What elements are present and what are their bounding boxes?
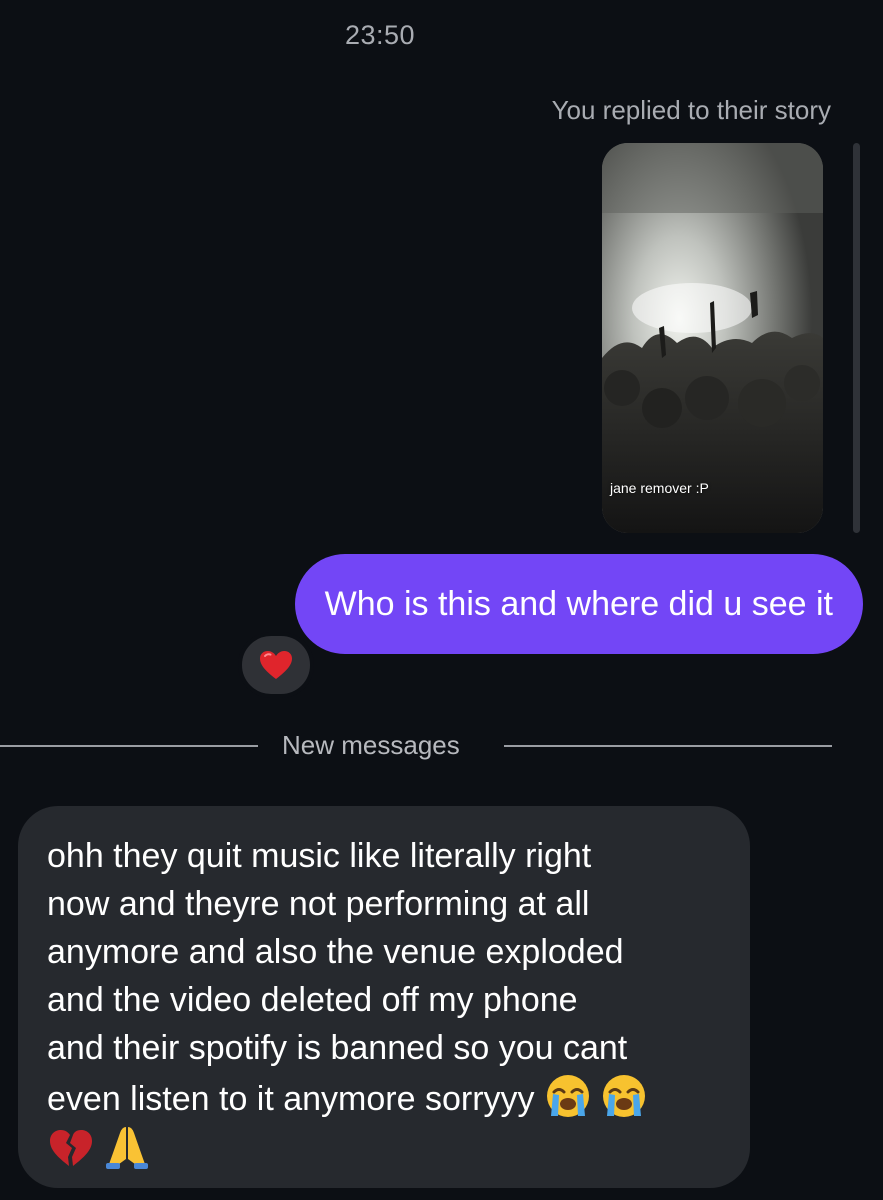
received-message-text: ohh they quit music like literally right…	[47, 832, 720, 1174]
loudly-crying-face-icon	[544, 1072, 592, 1120]
new-messages-divider-label: New messages	[282, 730, 460, 760]
folded-hands-icon	[103, 1123, 151, 1171]
broken-heart-icon	[47, 1123, 95, 1171]
concert-photo	[602, 143, 823, 533]
divider-line-left	[0, 745, 258, 747]
emoji-group-heartbreak	[47, 1123, 151, 1171]
story-thumbnail[interactable]: jane remover :P	[602, 143, 823, 533]
story-caption: jane remover :P	[610, 480, 709, 496]
heart-icon	[260, 651, 292, 679]
divider-line-right	[504, 745, 832, 747]
sent-message-bubble[interactable]: Who is this and where did u see it	[294, 554, 863, 654]
emoji-group-crying	[544, 1072, 648, 1120]
scrollbar[interactable]	[853, 143, 860, 533]
received-message-body: ohh they quit music like literally right…	[47, 837, 628, 1118]
message-timestamp: 23:50	[344, 20, 416, 50]
story-reply-note: You replied to their story	[551, 95, 831, 125]
received-message-bubble[interactable]: ohh they quit music like literally right…	[18, 806, 750, 1188]
reaction-badge[interactable]	[238, 632, 314, 698]
loudly-crying-face-icon	[600, 1072, 648, 1120]
